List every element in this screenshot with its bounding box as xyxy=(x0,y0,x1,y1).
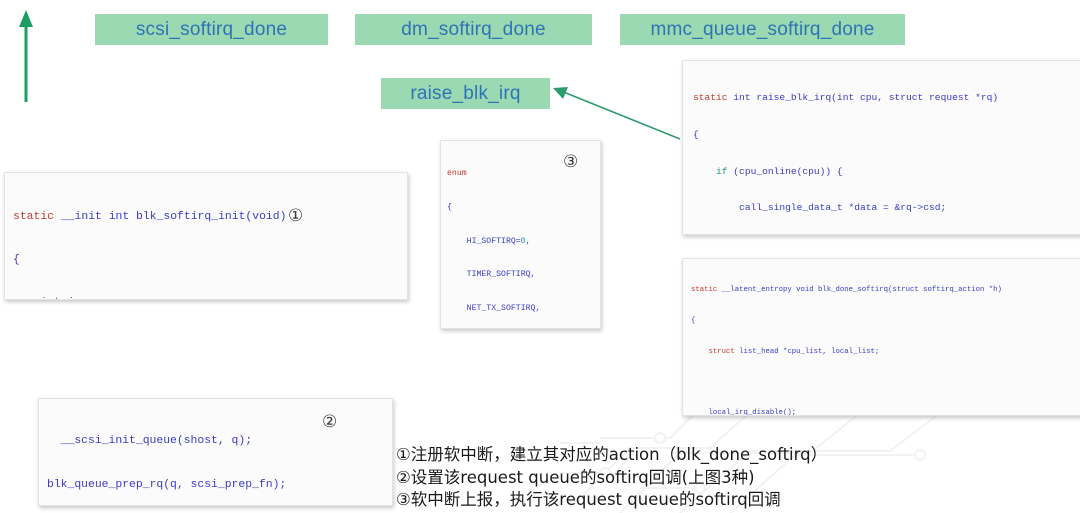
code-line: { xyxy=(13,254,20,267)
annotation-line-3: ③软中断上报，执行该request queue的softirq回调 xyxy=(396,490,781,509)
code-line: static int raise_blk_irq(int cpu, struct… xyxy=(693,92,1080,104)
code-line: int i; xyxy=(13,296,407,299)
code-line: local_irq_disable(); xyxy=(691,408,797,416)
code-token: __init int blk_softirq_init(void) xyxy=(54,210,287,223)
code-panel-blk-softirq-init: static __init int blk_softirq_init(void)… xyxy=(4,172,408,300)
box-mmc-queue-softirq-done[interactable]: mmc_queue_softirq_done xyxy=(620,14,905,45)
code-token-keyword: struct xyxy=(691,347,735,356)
box-scsi-softirq-done-label: scsi_softirq_done xyxy=(135,18,288,40)
code-line: TIMER_SOFTIRQ, xyxy=(447,270,536,280)
code-line: NET_TX_SOFTIRQ, xyxy=(447,303,541,313)
annotation-line-1: ①注册软中断，建立其对应的action（blk_done_softirq） xyxy=(396,445,828,464)
box-scsi-softirq-done[interactable]: scsi_softirq_done xyxy=(95,14,328,45)
code-line: static __latent_entropy void blk_done_so… xyxy=(691,285,1080,295)
raise-blk-irq-connector-arrow xyxy=(553,87,681,140)
code-line: blk_queue_prep_rq(q, scsi_prep_fn); xyxy=(47,478,287,491)
code-panel-raise-blk-irq: static int raise_blk_irq(int cpu, struct… xyxy=(682,60,1080,235)
code-line: static __init int blk_softirq_init(void) xyxy=(13,210,407,224)
marker-two: ② xyxy=(322,412,338,432)
code-token-keyword: static xyxy=(13,210,55,223)
code-line: { xyxy=(693,129,699,141)
code-token-keyword: static xyxy=(691,286,718,295)
code-token-keyword: static xyxy=(693,92,728,104)
code-line: call_single_data_t *data = &rq->csd; xyxy=(693,202,947,214)
code-line: if (cpu_online(cpu)) { xyxy=(693,166,1080,178)
code-token: __latent_entropy void blk_done_softirq(s… xyxy=(717,286,1002,295)
code-token-keyword: if xyxy=(693,165,728,177)
code-line: HI_SOFTIRQ=0, xyxy=(447,236,600,247)
code-token: (cpu_online(cpu)) { xyxy=(727,165,843,177)
code-token: , xyxy=(525,236,531,246)
code-line: { xyxy=(691,317,696,326)
marker-three: ③ xyxy=(563,152,579,172)
code-line: __scsi_init_queue(shost, q); xyxy=(47,435,253,447)
code-token: i; xyxy=(61,297,82,299)
upward-green-arrow xyxy=(19,10,33,102)
code-line: { xyxy=(447,203,452,213)
code-panel-scsi-queue-setup: __scsi_init_queue(shost, q); blk_queue_p… xyxy=(38,398,393,506)
box-raise-blk-irq-label: raise_blk_irq xyxy=(410,82,521,104)
code-token: list_head *cpu_list, local_list; xyxy=(734,347,880,356)
box-mmc-queue-softirq-done-label: mmc_queue_softirq_done xyxy=(650,18,875,40)
marker-one: ① xyxy=(288,206,304,226)
code-token: HI_SOFTIRQ= xyxy=(447,236,521,246)
code-panel-blk-done-softirq: static __latent_entropy void blk_done_so… xyxy=(682,258,1080,416)
box-dm-softirq-done[interactable]: dm_softirq_done xyxy=(355,14,592,45)
annotation-line-2: ②设置该request queue的softirq回调(上图3种) xyxy=(396,467,755,487)
box-dm-softirq-done-label: dm_softirq_done xyxy=(401,18,546,40)
code-token-keyword: int xyxy=(40,297,61,299)
annotation-list: ①注册软中断，建立其对应的action（blk_done_softirq） ②设… xyxy=(396,444,827,512)
box-raise-blk-irq[interactable]: raise_blk_irq xyxy=(381,78,550,109)
code-line: struct list_head *cpu_list, local_list; xyxy=(691,347,1080,357)
code-token: int raise_blk_irq(int cpu, struct reques… xyxy=(727,92,999,104)
